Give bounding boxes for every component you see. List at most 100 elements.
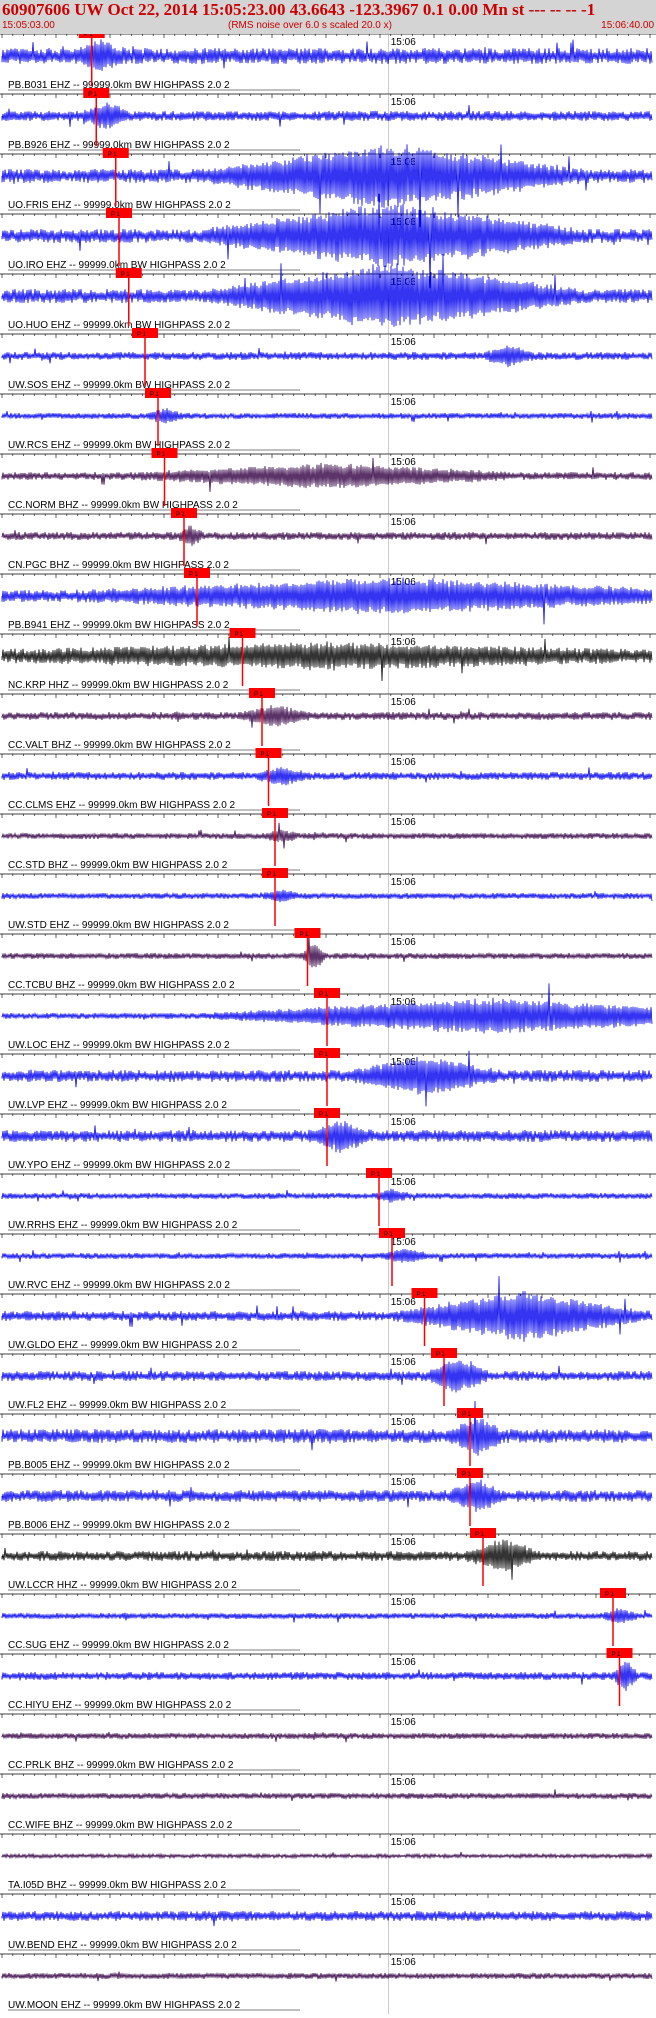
pick-label: P 1 (150, 392, 160, 398)
time-ticks (1, 214, 651, 218)
station-label: UW.STD EHZ -- 99999.0km BW HIGHPASS 2.0 … (8, 920, 229, 931)
end-time: 15:06:40.00 (601, 20, 654, 31)
time-ticks (1, 694, 651, 698)
minute-label: 15:06 (391, 1657, 416, 1668)
minute-label: 15:06 (391, 1777, 416, 1788)
station-label: UW.LVP EHZ -- 99999.0km BW HIGHPASS 2.0 … (8, 1100, 227, 1111)
time-ticks (1, 1954, 651, 1958)
minute-label: 15:06 (391, 757, 416, 768)
pick-label: P 1 (261, 752, 271, 758)
pick-label: P 1 (384, 1232, 394, 1238)
pick-label: P 1 (111, 212, 121, 218)
waveform-trace (1, 577, 653, 625)
minute-label: 15:06 (391, 1417, 416, 1428)
station-label: CC.TCBU BHZ -- 99999.0km BW HIGHPASS 2.0… (8, 980, 235, 991)
pick-label: P 1 (84, 34, 94, 38)
pick-label: P 1 (88, 92, 98, 98)
time-ticks (1, 634, 651, 638)
waveform-trace (1, 408, 653, 424)
station-label: CC.HIYU EHZ -- 99999.0km BW HIGHPASS 2.0… (8, 1700, 232, 1711)
time-ticks (1, 874, 651, 878)
minute-label: 15:06 (391, 1237, 416, 1248)
time-ticks (1, 1654, 651, 1658)
pick-label: P 1 (462, 1472, 472, 1478)
time-ticks (1, 334, 651, 338)
minute-label: 15:06 (391, 1357, 416, 1368)
station-label: CC.VALT BHZ -- 99999.0km BW HIGHPASS 2.0… (8, 740, 231, 751)
pick-label: P 1 (319, 1052, 329, 1058)
pick-label: P 1 (137, 332, 147, 338)
minute-label: 15:06 (391, 1597, 416, 1608)
minute-label: 15:06 (391, 1837, 416, 1848)
station-label: UW.FL2 EHZ -- 99999.0km BW HIGHPASS 2.0 … (8, 1400, 227, 1411)
station-label: UW.GLDO EHZ -- 99999.0km BW HIGHPASS 2.0… (8, 1340, 238, 1351)
waveform-trace (1, 1248, 653, 1263)
plot-header: 60907606 UW Oct 22, 2014 15:05:23.00 43.… (0, 0, 656, 34)
station-label: UW.MOON EHZ -- 99999.0km BW HIGHPASS 2.0… (8, 2000, 241, 2011)
seismogram-panel: 15:06 PB.B031 EHZ -- 99999.0km BW HIGHPAS… (0, 34, 656, 2014)
time-ticks (1, 1294, 651, 1298)
time-ticks (1, 454, 651, 458)
minute-label: 15:06 (391, 1297, 416, 1308)
time-ticks (1, 1834, 651, 1838)
pick-label: P 1 (157, 452, 167, 458)
station-label: NC.KRP HHZ -- 99999.0km BW HIGHPASS 2.0 … (8, 680, 229, 691)
station-label: PB.B031 EHZ -- 99999.0km BW HIGHPASS 2.0… (8, 80, 230, 91)
station-label: UW.RRHS EHZ -- 99999.0km BW HIGHPASS 2.0… (8, 1220, 238, 1231)
waveform-trace (1, 1188, 653, 1203)
time-ticks (1, 1714, 651, 1718)
waveform-trace (1, 705, 653, 728)
waveform-trace (1, 822, 653, 849)
waveform-trace (1, 1851, 653, 1860)
time-ticks (1, 274, 651, 278)
station-label: UW.BEND EHZ -- 99999.0km BW HIGHPASS 2.0… (8, 1940, 237, 1951)
waveform-trace (1, 345, 653, 368)
time-ticks (1, 1534, 651, 1538)
time-ticks (1, 1474, 651, 1478)
event-title: 60907606 UW Oct 22, 2014 15:05:23.00 43.… (2, 0, 596, 19)
waveform-trace (1, 1910, 653, 1927)
waveform-trace (1, 102, 653, 129)
time-ticks (1, 1414, 651, 1418)
waveform-trace (1, 767, 653, 786)
minute-label: 15:06 (391, 1477, 416, 1488)
minute-label: 15:06 (391, 457, 416, 468)
pick-label: P 1 (612, 1652, 622, 1658)
station-label: CC.WIFE BHZ -- 99999.0km BW HIGHPASS 2.0… (8, 1820, 233, 1831)
station-label: PB.B005 EHZ -- 99999.0km BW HIGHPASS 2.0… (8, 1460, 230, 1471)
minute-label: 15:06 (391, 637, 416, 648)
minute-label: 15:06 (391, 517, 416, 528)
time-ticks (1, 1234, 651, 1238)
station-label: UW.LOC EHZ -- 99999.0km BW HIGHPASS 2.0 … (8, 1040, 230, 1051)
station-label: UW.RCS EHZ -- 99999.0km BW HIGHPASS 2.0 … (8, 440, 231, 451)
waveform-trace (1, 1661, 653, 1691)
minute-label: 15:06 (391, 1117, 416, 1128)
pick-label: P 1 (254, 692, 264, 698)
time-ticks (1, 1594, 651, 1598)
waveform-trace (1, 39, 653, 71)
time-ticks (1, 514, 651, 518)
time-ticks (1, 574, 651, 578)
pick-label: P 1 (475, 1532, 485, 1538)
waveform-trace (1, 457, 653, 492)
station-label: CC.CLMS EHZ -- 99999.0km BW HIGHPASS 2.0… (8, 800, 236, 811)
minute-label: 15:06 (391, 817, 416, 828)
time-ticks (1, 1354, 651, 1358)
pick-label: P 1 (371, 1172, 381, 1178)
station-label: PB.B006 EHZ -- 99999.0km BW HIGHPASS 2.0… (8, 1520, 230, 1531)
pick-label: P 1 (235, 632, 245, 638)
time-ticks (1, 1894, 651, 1898)
minute-label: 15:06 (391, 1957, 416, 1968)
station-label: CC.PRLK BHZ -- 99999.0km BW HIGHPASS 2.0… (8, 1760, 234, 1771)
pick-label: P 1 (319, 992, 329, 998)
waveform-trace (1, 1789, 653, 1802)
waveform-trace (1, 1608, 653, 1624)
minute-label: 15:06 (391, 337, 416, 348)
pick-label: P 1 (417, 1292, 427, 1298)
station-label: UW.YPO EHZ -- 99999.0km BW HIGHPASS 2.0 … (8, 1160, 231, 1171)
pick-label: P 1 (319, 1112, 329, 1118)
pick-label: P 1 (300, 932, 310, 938)
minute-label: 15:06 (391, 37, 416, 48)
pick-label: P 1 (108, 152, 118, 158)
waveform-trace (1, 1479, 653, 1512)
